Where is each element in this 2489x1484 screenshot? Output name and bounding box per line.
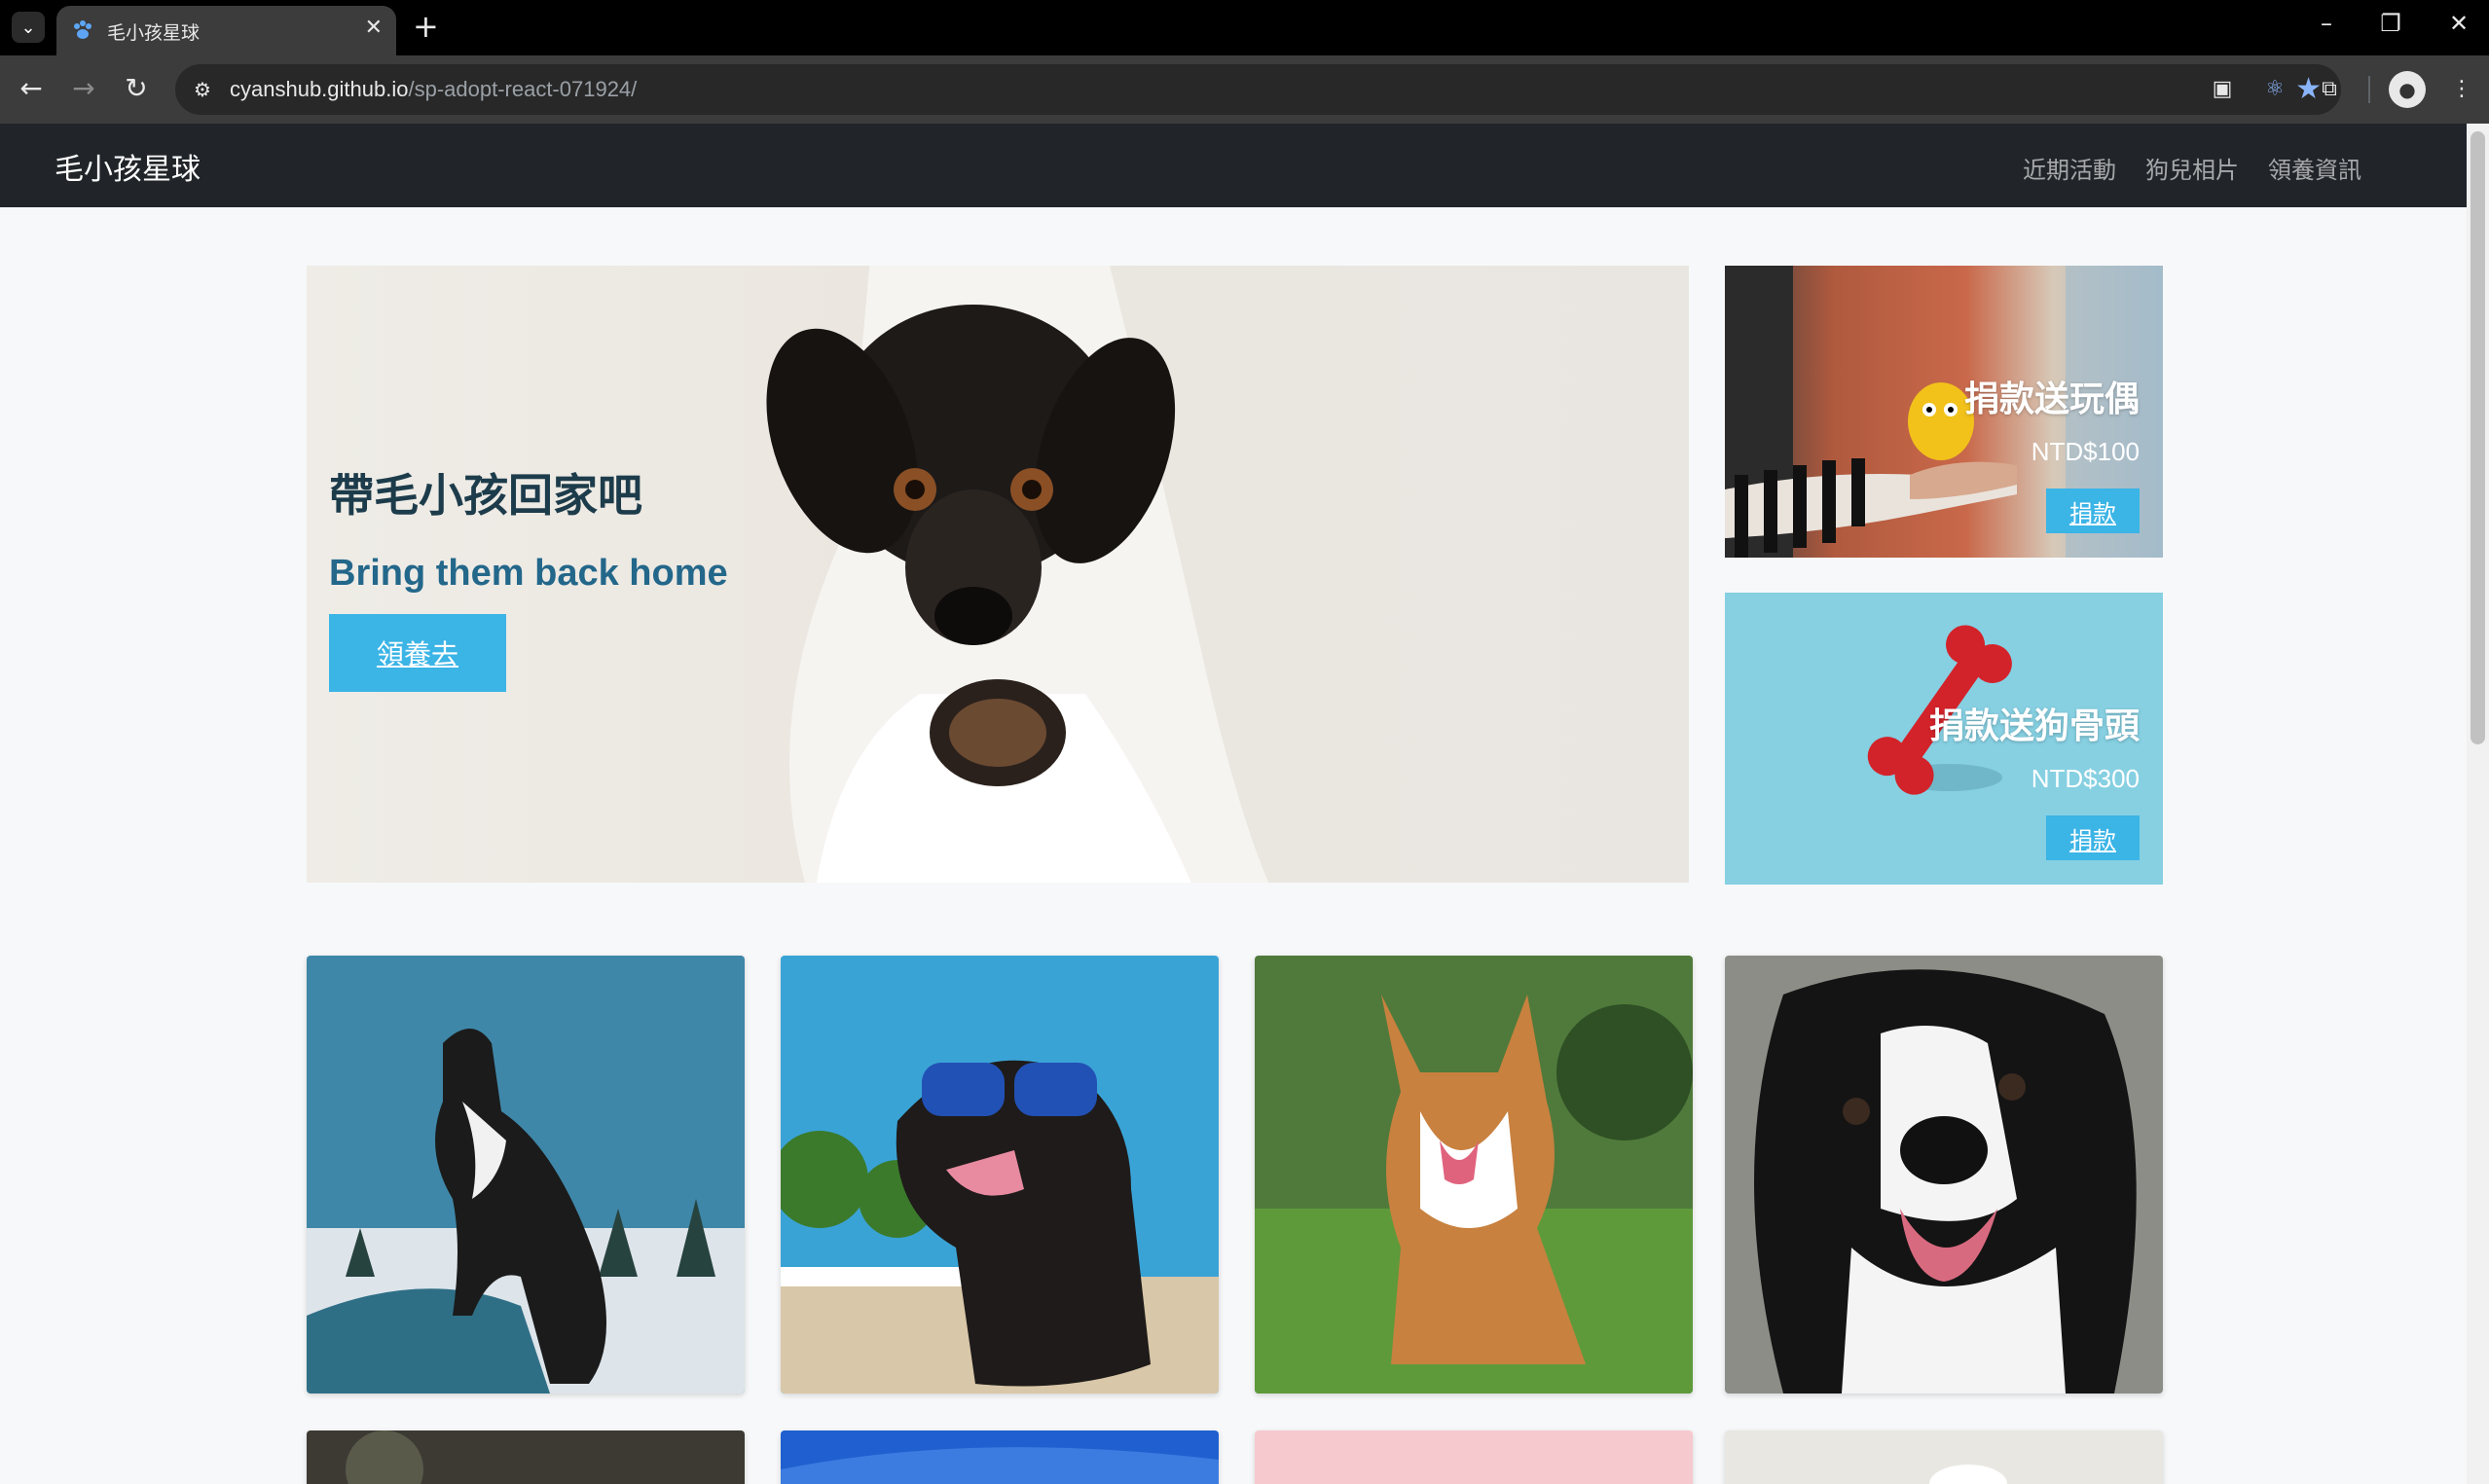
forward-icon[interactable]: → — [64, 69, 103, 108]
tab-search-button[interactable]: ⌄ — [12, 12, 45, 43]
nav-link-events[interactable]: 近期活動 — [2023, 151, 2116, 185]
gallery-photo[interactable] — [781, 956, 1219, 1394]
url-path: /sp-adopt-react-071924/ — [408, 77, 638, 101]
hero-subtitle: Bring them back home — [329, 553, 728, 594]
dog-photo-5 — [307, 1430, 745, 1484]
promo-title: 捐款送玩偶 — [1963, 380, 2140, 419]
nav-links: 近期活動 狗兒相片 領養資訊 — [2023, 151, 2361, 185]
promo-card-bone: 捐款送狗骨頭 NTD$300 捐款 — [1725, 593, 2163, 885]
dog-photo-corgi — [1255, 956, 1693, 1394]
more-vert-icon[interactable]: ⋮ — [2443, 71, 2480, 108]
promo-price: NTD$100 — [2031, 437, 2140, 466]
donate-button[interactable]: 捐款 — [2046, 815, 2140, 860]
extension-icon[interactable]: ▣ — [2204, 71, 2241, 108]
gallery-photo[interactable] — [1725, 1430, 2163, 1484]
browser-toolbar: ← → ↻ ⚙ cyanshub.github.io/sp-adopt-reac… — [0, 55, 2489, 124]
promo-price: NTD$300 — [2031, 764, 2140, 793]
toolbar-divider — [2368, 76, 2370, 103]
promo-card-toy: 捐款送玩偶 NTD$100 捐款 — [1725, 266, 2163, 558]
puzzle-icon[interactable]: ⧉ — [2311, 71, 2348, 108]
plus-icon[interactable]: + — [413, 10, 439, 43]
tab-title: 毛小孩星球 — [107, 22, 201, 44]
close-window-icon[interactable]: ✕ — [2439, 10, 2478, 37]
hero-banner: 帶毛小孩回家吧 Bring them back home 領養去 — [307, 266, 1689, 883]
dog-photo-border-collie-closeup — [1725, 956, 2163, 1394]
page-scrollbar[interactable] — [2467, 124, 2489, 1484]
paw-icon — [74, 20, 92, 39]
gallery-photo[interactable] — [307, 1430, 745, 1484]
gallery-photo[interactable] — [307, 956, 745, 1394]
gallery-photo[interactable] — [1725, 956, 2163, 1394]
dog-photo-7 — [1255, 1430, 1693, 1484]
react-devtools-icon[interactable]: ⚛ — [2256, 71, 2293, 108]
url-text[interactable]: cyanshub.github.io/sp-adopt-react-071924… — [230, 77, 637, 102]
site-navbar: 毛小孩星球 近期活動 狗兒相片 領養資訊 — [0, 124, 2467, 207]
donate-button[interactable]: 捐款 — [2046, 489, 2140, 533]
gallery-photo[interactable] — [1255, 1430, 1693, 1484]
tab-strip: ⌄ 毛小孩星球 ✕ + – ❐ ✕ — [0, 0, 2489, 55]
address-bar[interactable]: ⚙ cyanshub.github.io/sp-adopt-react-0719… — [175, 64, 2341, 115]
browser-tab[interactable]: 毛小孩星球 ✕ — [56, 6, 396, 55]
nav-link-adoption[interactable]: 領養資訊 — [2268, 151, 2361, 185]
site-info-icon[interactable]: ⚙ — [189, 76, 216, 103]
adopt-button[interactable]: 領養去 — [329, 614, 506, 692]
brand-link[interactable]: 毛小孩星球 — [55, 145, 201, 188]
gallery-photo[interactable] — [1255, 956, 1693, 1394]
restore-icon[interactable]: ❐ — [2371, 10, 2410, 37]
dog-photo-border-collie-snow — [307, 956, 745, 1394]
back-icon[interactable]: ← — [12, 69, 51, 108]
scrollbar-thumb[interactable] — [2471, 131, 2485, 744]
dog-photo-8 — [1725, 1430, 2163, 1484]
dog-photo-6 — [781, 1430, 1219, 1484]
hero-title: 帶毛小孩回家吧 — [329, 469, 642, 522]
profile-avatar[interactable]: ● — [2389, 71, 2426, 108]
gallery-photo[interactable] — [781, 1430, 1219, 1484]
nav-link-photos[interactable]: 狗兒相片 — [2145, 151, 2239, 185]
page-content: 毛小孩星球 近期活動 狗兒相片 領養資訊 帶毛小孩回家吧 Bring them … — [0, 124, 2467, 1484]
url-host: cyanshub.github.io — [230, 77, 409, 101]
chevron-down-icon: ⌄ — [20, 17, 36, 38]
promo-title: 捐款送狗骨頭 — [1928, 706, 2140, 746]
dog-photo-sunglasses — [781, 956, 1219, 1394]
close-icon[interactable]: ✕ — [365, 16, 383, 40]
reload-icon[interactable]: ↻ — [117, 69, 156, 108]
hero-dog-image — [766, 266, 1269, 883]
minimize-icon[interactable]: – — [2307, 10, 2346, 37]
